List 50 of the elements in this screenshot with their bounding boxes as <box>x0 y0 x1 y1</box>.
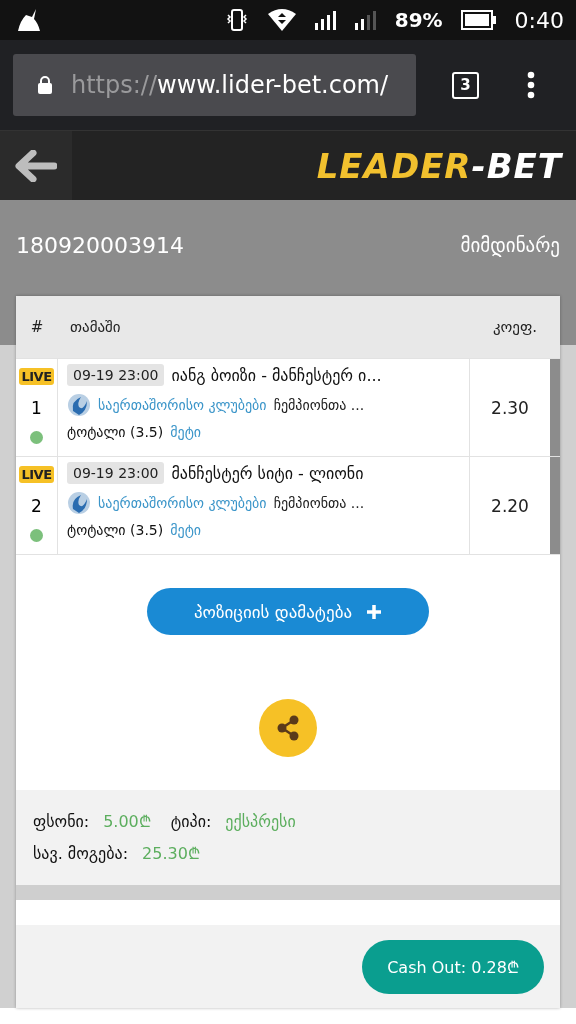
address-bar[interactable]: https://www.lider-bet.com/ <box>13 54 416 116</box>
share-icon <box>276 715 300 741</box>
column-header: # <box>29 318 45 336</box>
live-badge: LIVE <box>19 466 54 483</box>
odds-cell-text: 2.30 <box>490 396 530 420</box>
wifi-icon <box>266 8 297 32</box>
win-value: 25.30₾ <box>142 843 200 864</box>
battery-icon <box>460 10 497 30</box>
market-name: ტოტალი (3.5) <box>67 522 164 538</box>
category-link[interactable]: საერთაშორისო კლუბები <box>98 495 267 511</box>
match-name: მანჩესტერ სიტი - ლიონი <box>171 463 364 483</box>
share-button[interactable] <box>259 699 317 757</box>
stake-value: 5.00₾ <box>103 811 151 832</box>
odds-cell-text: 2.20 <box>490 494 530 518</box>
tab-count-button[interactable]: 3 <box>452 71 479 99</box>
logo: LEADER-BET <box>316 145 562 186</box>
vibrate-icon <box>224 8 249 32</box>
clock: 0:40 <box>514 7 564 33</box>
plus-icon <box>366 603 383 620</box>
back-button[interactable] <box>0 131 72 200</box>
league-name: ჩემპიონთა ... <box>273 495 365 511</box>
column-header: კოეფ. <box>491 318 539 336</box>
market-name: ტოტალი (3.5) <box>67 424 164 440</box>
ticket-status: მიმდინარე <box>460 234 560 256</box>
lock-icon <box>37 75 53 95</box>
ticket-number: 180920003914 <box>16 232 184 258</box>
signal-icon <box>314 10 337 30</box>
back-arrow-icon <box>15 149 57 182</box>
date-tag: 09-19 23:00 <box>67 364 165 386</box>
pick-name: მეტი <box>170 522 202 538</box>
row-number: 2 <box>31 496 42 516</box>
add-position-button[interactable]: პოზიციის დამატება <box>147 588 429 635</box>
stake-label: ფსონი: <box>33 811 90 831</box>
date-tag: 09-19 23:00 <box>67 462 165 484</box>
row-number: 1 <box>31 398 42 418</box>
signal-icon <box>354 10 377 30</box>
column-header: თამაში <box>69 318 122 336</box>
battery-percent: 89% <box>394 8 443 32</box>
ball-icon <box>67 491 91 515</box>
menu-icon[interactable] <box>527 71 535 99</box>
pick-name: მეტი <box>170 424 202 440</box>
live-badge: LIVE <box>19 368 54 385</box>
match-name: იანგ ბოიზი - მანჩესტერ ი... <box>171 365 382 385</box>
cash-out-button[interactable]: Cash Out: 0.28₾ <box>362 939 544 994</box>
type-value: ექსპრესი <box>225 811 296 831</box>
type-label: ტიპი: <box>170 811 212 831</box>
win-label: სავ. მოგება: <box>33 843 128 863</box>
league-name: ჩემპიონთა ... <box>273 397 365 413</box>
category-link[interactable]: საერთაშორისო კლუბები <box>98 397 267 413</box>
ball-icon <box>67 393 91 417</box>
